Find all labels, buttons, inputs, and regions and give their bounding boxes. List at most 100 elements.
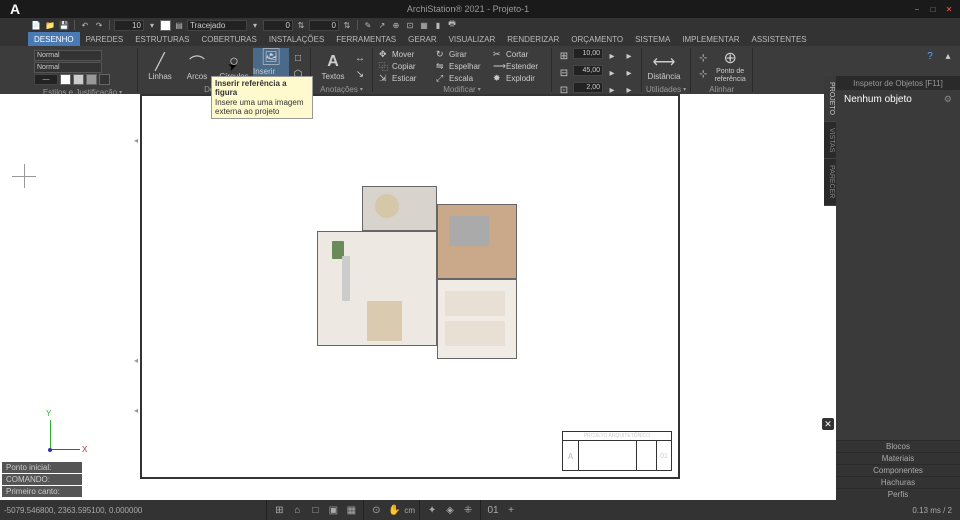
mode-btn[interactable]: ◈ <box>442 502 458 518</box>
swatch-4[interactable] <box>99 74 110 85</box>
espelhar-tool[interactable]: ⇋Espelhar <box>434 60 490 72</box>
mover-tool[interactable]: ✥Mover <box>377 48 433 60</box>
linhas-tool[interactable]: ╱Linhas <box>142 48 178 84</box>
style-dropdown-2[interactable]: Normal <box>34 62 102 73</box>
align-icon[interactable]: ⊹ <box>695 66 711 82</box>
menu-coberturas[interactable]: COBERTURAS <box>195 32 262 46</box>
snap-btn[interactable]: ⊙ <box>368 502 384 518</box>
menu-sistema[interactable]: SISTEMA <box>629 32 676 46</box>
style-dropdown-1[interactable]: Normal <box>34 50 102 61</box>
offset-btn[interactable]: ▸ <box>604 65 620 81</box>
ponto-ref-tool[interactable]: ⊕Ponto de referência <box>712 48 748 84</box>
style-width[interactable] <box>34 74 58 85</box>
close-button[interactable]: ✕ <box>942 3 956 15</box>
tool-icon[interactable]: ⊡ <box>404 19 416 31</box>
offset-btn[interactable]: ▸ <box>604 48 620 64</box>
esticar-tool[interactable]: ⇲Esticar <box>377 72 433 84</box>
rect-icon[interactable]: □ <box>290 50 306 66</box>
collapse-ribbon-icon[interactable]: ▴ <box>940 48 956 64</box>
open-icon[interactable]: 📁 <box>44 19 56 31</box>
menu-ferramentas[interactable]: FERRAMENTAS <box>330 32 402 46</box>
maximize-button[interactable]: □ <box>926 3 940 15</box>
offset-3[interactable] <box>573 82 603 93</box>
print-icon[interactable]: 🖶 <box>446 19 458 31</box>
layer-icon[interactable]: ▤ <box>173 19 185 31</box>
menu-visualizar[interactable]: VISUALIZAR <box>443 32 502 46</box>
arcos-tool[interactable]: ⌒Arcos <box>179 48 215 84</box>
num-input-1[interactable] <box>263 20 293 31</box>
menu-assistentes[interactable]: ASSISTENTES <box>745 32 812 46</box>
section-perfis[interactable]: Perfis <box>836 488 960 500</box>
copiar-tool[interactable]: ⿻Copiar <box>377 60 433 72</box>
menu-paredes[interactable]: PAREDES <box>80 32 130 46</box>
drawing-area[interactable]: ◂ ◂ ◂ PROJETO ARQUITETÔNICO A <box>0 94 836 500</box>
view-btn[interactable]: ▣ <box>325 502 341 518</box>
offset-1[interactable] <box>573 48 603 59</box>
textos-tool[interactable]: ATextos <box>315 48 351 84</box>
mode-btn[interactable]: ⁜ <box>460 502 476 518</box>
section-blocos[interactable]: Blocos <box>836 440 960 452</box>
offset-btn[interactable]: ▸ <box>621 65 637 81</box>
tab-projeto[interactable]: PROJETO <box>824 76 836 122</box>
linetype-input[interactable] <box>187 20 247 31</box>
cortar-tool[interactable]: ✂Cortar <box>491 48 547 60</box>
minimize-button[interactable]: − <box>910 3 924 15</box>
dropdown-icon[interactable]: ▾ <box>146 19 158 31</box>
menu-estruturas[interactable]: ESTRUTURAS <box>129 32 195 46</box>
escala-tool[interactable]: ⤢Escala <box>434 72 490 84</box>
estender-tool[interactable]: ⟶Estender <box>491 60 547 72</box>
view-btn[interactable]: □ <box>307 502 323 518</box>
menu-renderizar[interactable]: RENDERIZAR <box>501 32 565 46</box>
leader-icon[interactable]: ↘ <box>352 66 368 82</box>
section-componentes[interactable]: Componentes <box>836 464 960 476</box>
girar-tool[interactable]: ↻Girar <box>434 48 490 60</box>
undo-icon[interactable]: ↶ <box>79 19 91 31</box>
save-icon[interactable]: 💾 <box>58 19 70 31</box>
color-swatch[interactable] <box>160 20 171 31</box>
spinner-icon[interactable]: ⇅ <box>295 19 307 31</box>
swatch-3[interactable] <box>86 74 97 85</box>
mode-btn[interactable]: ✦ <box>424 502 440 518</box>
distancia-tool[interactable]: ⟷Distância <box>646 48 682 84</box>
spinner-icon[interactable]: ⇅ <box>341 19 353 31</box>
tool-icon[interactable]: ▮ <box>432 19 444 31</box>
menu-instalacoes[interactable]: INSTALAÇÕES <box>263 32 330 46</box>
layer-btn[interactable]: 01 <box>485 502 501 518</box>
tab-parecer[interactable]: PARECER <box>824 159 836 205</box>
menu-gerar[interactable]: GERAR <box>402 32 442 46</box>
tool-icon[interactable]: ▦ <box>418 19 430 31</box>
explodir-tool[interactable]: ✸Explodir <box>491 72 547 84</box>
offset-2[interactable] <box>573 65 603 76</box>
offset-icon[interactable]: ⊟ <box>556 65 572 81</box>
tab-vistas[interactable]: VISTAS <box>824 122 836 159</box>
section-materiais[interactable]: Materiais <box>836 452 960 464</box>
align-icon[interactable]: ⊹ <box>695 50 711 66</box>
new-icon[interactable]: 📄 <box>30 19 42 31</box>
help-icon[interactable]: ? <box>922 48 938 64</box>
tool-icon[interactable]: ✎ <box>362 19 374 31</box>
snap-btn[interactable]: ✋ <box>386 502 402 518</box>
num-input-2[interactable] <box>309 20 339 31</box>
menu-desenho[interactable]: DESENHO <box>28 32 80 46</box>
offset-icon[interactable]: ⊞ <box>556 48 572 64</box>
menu-orcamento[interactable]: ORÇAMENTO <box>565 32 629 46</box>
dim-icon[interactable]: ↔ <box>352 50 368 66</box>
tool-icon[interactable]: ⊕ <box>390 19 402 31</box>
add-btn[interactable]: + <box>503 502 519 518</box>
ribbon: Normal Normal Estilos e Justificação▾ ╱L… <box>0 46 960 94</box>
section-hachuras[interactable]: Hachuras <box>836 476 960 488</box>
redo-icon[interactable]: ↷ <box>93 19 105 31</box>
tool-icon[interactable]: ↗ <box>376 19 388 31</box>
zoom-input[interactable] <box>114 20 144 31</box>
view-btn[interactable]: ⊞ <box>271 502 287 518</box>
view-btn[interactable]: ▦ <box>343 502 359 518</box>
view-btn[interactable]: ⌂ <box>289 502 305 518</box>
menu-implementar[interactable]: IMPLEMENTAR <box>676 32 745 46</box>
offset-btn[interactable]: ▸ <box>621 48 637 64</box>
marker-icon: ◂ <box>134 136 138 145</box>
swatch-1[interactable] <box>60 74 71 85</box>
gear-icon[interactable]: ⚙ <box>944 94 952 105</box>
close-panel-icon[interactable]: ✕ <box>822 418 834 430</box>
dropdown-icon[interactable]: ▾ <box>249 19 261 31</box>
swatch-2[interactable] <box>73 74 84 85</box>
